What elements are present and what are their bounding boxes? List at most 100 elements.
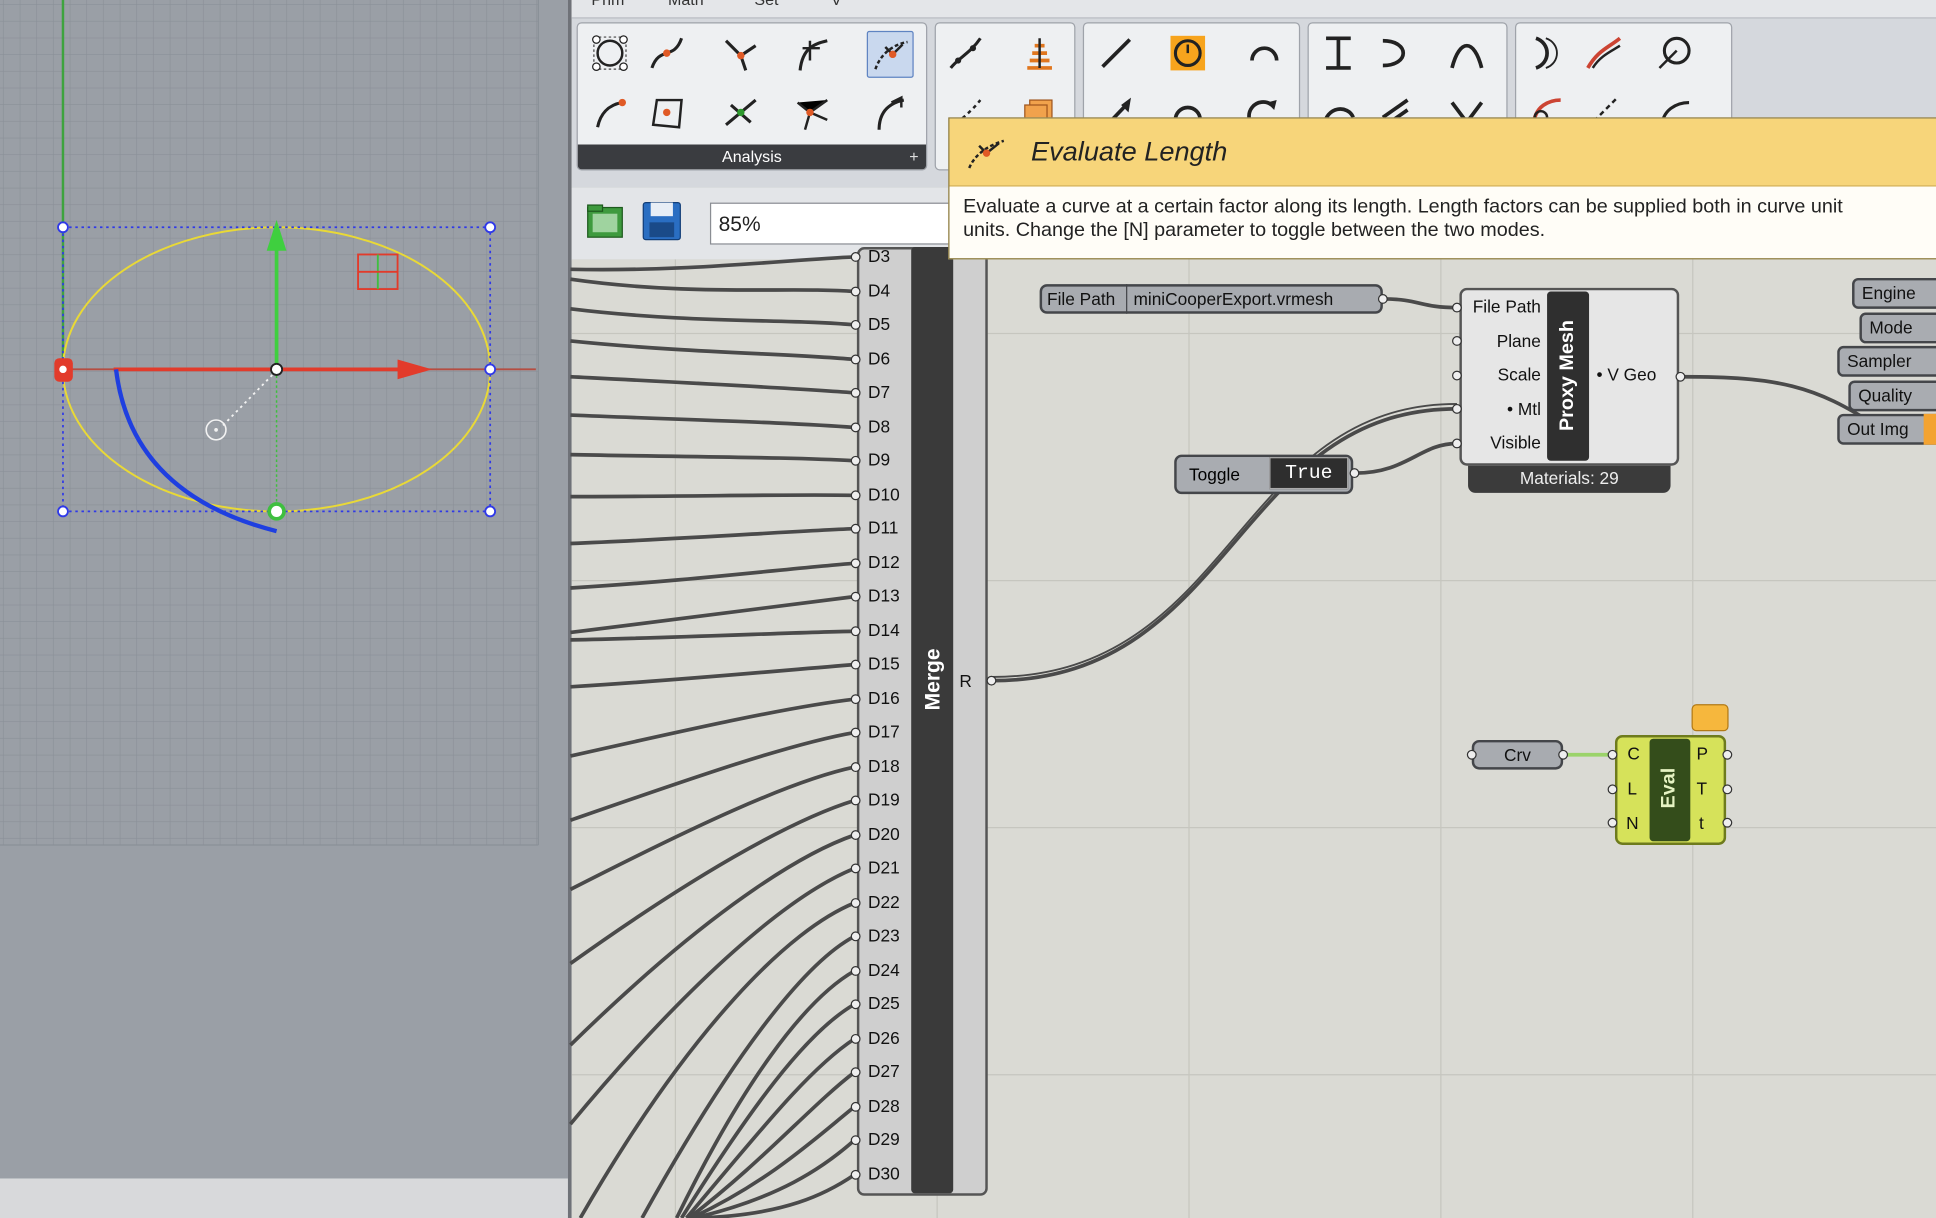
eval-title: Eval: [1658, 767, 1680, 809]
merge-input-port[interactable]: [850, 1033, 861, 1044]
merge-input-port[interactable]: [850, 965, 861, 976]
eval-port-n[interactable]: [1607, 817, 1618, 828]
param-mode[interactable]: Mode: [1859, 312, 1936, 344]
warning-bubble-icon[interactable]: [1691, 704, 1729, 732]
curve-output-port[interactable]: [1558, 749, 1569, 760]
merge-input-label: D6: [867, 347, 891, 368]
merge-input-port[interactable]: [850, 1101, 861, 1112]
file-path-divider: [1126, 284, 1128, 314]
merge-input-port[interactable]: [850, 557, 861, 568]
merge-input-port[interactable]: [850, 252, 861, 262]
param-sampler[interactable]: Sampler: [1837, 345, 1936, 377]
curve-param[interactable]: Crv: [1471, 739, 1564, 770]
proxy-port-mtl[interactable]: [1452, 403, 1462, 414]
merge-input-label: D19: [867, 789, 900, 810]
param-engine[interactable]: Engine: [1852, 277, 1936, 309]
eval-output-t: T: [1696, 778, 1708, 799]
eval-output-p: P: [1696, 743, 1709, 764]
merge-input-port[interactable]: [850, 693, 861, 704]
screen: Prim Math Set V: [0, 0, 1936, 1218]
param-quality[interactable]: Quality: [1848, 380, 1936, 412]
merge-input-port[interactable]: [850, 455, 861, 466]
merge-input-label: D11: [867, 517, 899, 538]
merge-input-label: D12: [867, 551, 900, 572]
merge-input-port[interactable]: [850, 727, 861, 738]
merge-input-port[interactable]: [850, 829, 861, 840]
file-path-output-port[interactable]: [1377, 294, 1388, 304]
merge-input-label: D25: [867, 993, 900, 1013]
eval-port-t[interactable]: [1722, 784, 1733, 795]
curve-input-port[interactable]: [1466, 749, 1477, 760]
merge-input-port[interactable]: [850, 1067, 861, 1078]
proxy-port-visible[interactable]: [1452, 438, 1462, 449]
merge-input-port[interactable]: [850, 421, 861, 432]
component-tooltip: Evaluate Length Evaluate a curve at a ce…: [948, 117, 1936, 260]
toggle-value[interactable]: True: [1269, 457, 1349, 490]
merge-input-label: D17: [867, 721, 900, 742]
merge-input-label: D4: [867, 279, 891, 300]
merge-input-port[interactable]: [850, 863, 861, 874]
eval-port-c[interactable]: [1607, 749, 1618, 760]
proxy-input-plane: Plane: [1496, 331, 1541, 351]
merge-input-label: D14: [867, 619, 900, 640]
file-path-value[interactable]: miniCooperExport.vrmesh: [1133, 287, 1333, 312]
merge-input-label: D15: [867, 653, 900, 674]
merge-input-label: D9: [867, 449, 891, 470]
eval-output-lower-t: t: [1698, 812, 1704, 833]
merge-input-label: D28: [867, 1095, 900, 1115]
eval-port-lower-t[interactable]: [1722, 817, 1733, 828]
merge-input-label: D24: [867, 959, 900, 979]
merge-input-label: D27: [867, 1061, 900, 1081]
merge-input-port[interactable]: [850, 931, 861, 942]
merge-input-port[interactable]: [850, 1169, 861, 1180]
merge-title: Merge: [921, 648, 945, 711]
merge-input-port[interactable]: [850, 795, 861, 806]
proxy-port-scale[interactable]: [1452, 370, 1462, 381]
merge-input-label: D23: [867, 925, 900, 946]
toggle-output-port[interactable]: [1349, 468, 1360, 479]
proxy-output-port[interactable]: [1675, 371, 1686, 382]
merge-output-port[interactable]: [986, 675, 997, 686]
merge-input-port[interactable]: [850, 1135, 861, 1146]
tooltip-header: Evaluate Length: [949, 118, 1936, 187]
merge-input-port[interactable]: [850, 489, 861, 500]
proxy-port-file-path[interactable]: [1452, 302, 1462, 313]
merge-input-label: D7: [867, 381, 891, 402]
merge-input-label: D10: [867, 483, 900, 504]
merge-input-port[interactable]: [850, 897, 861, 908]
merge-input-label: D8: [867, 415, 891, 436]
merge-input-port[interactable]: [850, 285, 861, 296]
tooltip-title: Evaluate Length: [1030, 135, 1228, 167]
eval-port-l[interactable]: [1607, 784, 1618, 795]
eval-input-n: N: [1626, 812, 1639, 833]
out-img-highlight: [1923, 413, 1936, 445]
merge-input-port[interactable]: [850, 761, 861, 772]
proxy-port-plane[interactable]: [1452, 336, 1462, 346]
proxy-mesh-title: Proxy Mesh: [1556, 320, 1578, 432]
merge-input-port[interactable]: [850, 999, 861, 1010]
file-path-param[interactable]: File Path miniCooperExport.vrmesh: [1039, 284, 1383, 314]
merge-input-label: D22: [867, 891, 900, 912]
merge-input-label: D26: [867, 1027, 900, 1047]
eval-port-p[interactable]: [1722, 749, 1733, 760]
merge-input-label: D16: [867, 687, 900, 708]
evaluate-length-icon: [968, 139, 1005, 169]
merge-input-label: D5: [867, 313, 891, 334]
tooltip-description-line-1: Evaluate a curve at a certain factor alo…: [963, 196, 1843, 218]
merge-input-port[interactable]: [850, 387, 861, 398]
param-out-img[interactable]: Out Img: [1837, 413, 1936, 445]
merge-input-label: D29: [867, 1129, 900, 1149]
merge-output-label: R: [959, 670, 972, 691]
proxy-input-file-path: File Path: [1472, 296, 1541, 317]
proxy-input-scale: Scale: [1497, 364, 1541, 385]
merge-input-port[interactable]: [850, 319, 861, 330]
curve-param-label: Crv: [1503, 744, 1531, 765]
toggle-label: Toggle: [1189, 464, 1240, 485]
merge-input-port[interactable]: [850, 523, 861, 534]
eval-input-l: L: [1627, 778, 1637, 799]
merge-input-port[interactable]: [850, 659, 861, 670]
merge-input-port[interactable]: [850, 625, 861, 636]
merge-input-port[interactable]: [850, 353, 861, 364]
merge-input-port[interactable]: [850, 591, 861, 602]
merge-input-label: D30: [867, 1163, 900, 1183]
